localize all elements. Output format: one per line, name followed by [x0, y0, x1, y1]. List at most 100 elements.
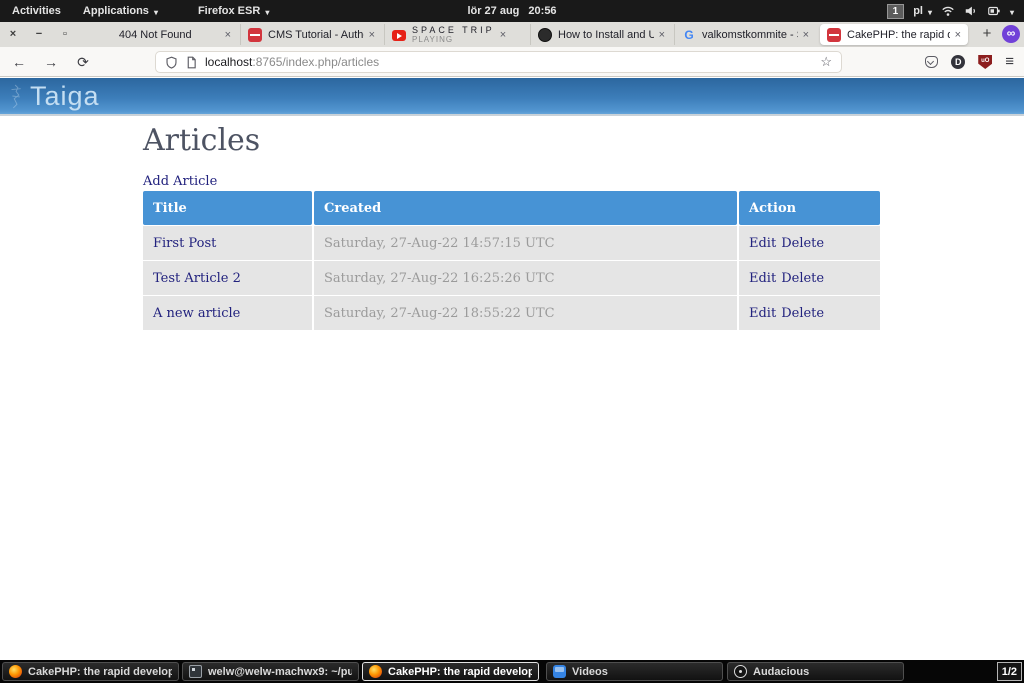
- tab-cms-tutorial[interactable]: CMS Tutorial - Authentic ×: [240, 24, 382, 45]
- hamburger-menu-icon[interactable]: ≡: [1005, 51, 1014, 73]
- firefox-app-menu[interactable]: Firefox ESR ▾: [180, 5, 269, 18]
- forward-button[interactable]: →: [38, 51, 64, 73]
- desktop: Activities Applications ▾ Firefox ESR ▾ …: [0, 0, 1024, 683]
- cakephp-favicon-icon: [827, 28, 841, 42]
- audacious-icon: [734, 665, 747, 678]
- minimize-window-button[interactable]: −: [30, 22, 48, 47]
- bookmark-star-icon[interactable]: ☆: [820, 54, 832, 70]
- keyboard-layout-menu[interactable]: pl ▾: [913, 5, 932, 17]
- taskbar-item-label: Audacious: [753, 666, 809, 678]
- article-created-cell: Saturday, 27-Aug-22 18:55:22 UTC: [314, 296, 737, 330]
- delete-link[interactable]: Delete: [781, 306, 824, 321]
- tab-title: CakePHP: the rapid deve: [847, 29, 950, 41]
- close-tab-icon[interactable]: ×: [803, 29, 809, 41]
- browser-nav-bar: ← → ⟳ localhost:8765/index.php/articles …: [0, 47, 1024, 77]
- chevron-down-icon: ▾: [154, 8, 158, 17]
- page-title: Articles: [143, 123, 260, 158]
- battery-icon[interactable]: [987, 4, 1001, 18]
- article-created-cell: Saturday, 27-Aug-22 14:57:15 UTC: [314, 226, 737, 260]
- taskbar-item-label: Videos: [572, 666, 608, 678]
- edit-link[interactable]: Edit: [749, 236, 776, 251]
- article-title-link[interactable]: A new article: [153, 306, 240, 321]
- firefox-icon: [9, 665, 22, 678]
- delete-link[interactable]: Delete: [781, 236, 824, 251]
- add-article-link[interactable]: Add Article: [143, 174, 217, 189]
- taskbar-item-label: welw@welw-machwx9: ~/public_...: [208, 666, 352, 678]
- extension-icon[interactable]: ∞: [1002, 25, 1020, 43]
- article-created-cell: Saturday, 27-Aug-22 16:25:26 UTC: [314, 261, 737, 295]
- volume-icon[interactable]: [964, 4, 978, 18]
- wifi-icon[interactable]: [941, 4, 955, 18]
- close-tab-icon[interactable]: ×: [500, 29, 506, 41]
- tab-cakephp-active[interactable]: CakePHP: the rapid deve ×: [820, 24, 968, 45]
- url-bar[interactable]: localhost:8765/index.php/articles ☆: [155, 51, 842, 73]
- tab-google-search[interactable]: G valkomstkommite - Sök ×: [674, 24, 816, 45]
- close-window-button[interactable]: ×: [4, 22, 22, 47]
- terminal-icon: [189, 665, 202, 678]
- article-title-cell: A new article: [143, 296, 312, 330]
- column-header-title: Title: [143, 191, 312, 225]
- clock-date: lör 27 aug: [467, 5, 519, 17]
- applications-menu[interactable]: Applications ▾: [83, 5, 158, 17]
- new-tab-button[interactable]: +: [976, 24, 998, 45]
- workspace-pager[interactable]: 1/2: [997, 662, 1022, 681]
- ublock-extension-icon[interactable]: uO: [978, 55, 992, 69]
- url-host: localhost: [205, 55, 252, 69]
- article-title-link[interactable]: Test Article 2: [153, 271, 241, 286]
- firefox-icon: [180, 5, 193, 18]
- article-actions-cell: Edit Delete: [739, 226, 880, 260]
- shield-icon[interactable]: [165, 56, 178, 69]
- taiga-logo-icon: [6, 82, 28, 115]
- taskbar-item-videos[interactable]: Videos: [546, 662, 723, 681]
- back-button[interactable]: ←: [6, 51, 32, 73]
- tab-title: SPACE TRIP: [412, 25, 495, 35]
- youtube-favicon-icon: [392, 30, 406, 41]
- taskbar-item-label: CakePHP: the rapid development ...: [28, 666, 172, 678]
- close-tab-icon[interactable]: ×: [955, 29, 961, 41]
- tab-youtube-space-trip[interactable]: SPACE TRIP PLAYING ×: [384, 24, 528, 45]
- reload-button[interactable]: ⟳: [70, 51, 96, 73]
- edit-link[interactable]: Edit: [749, 271, 776, 286]
- keyboard-layout-label: pl: [913, 5, 923, 17]
- firefox-icon: [369, 665, 382, 678]
- delete-link[interactable]: Delete: [781, 271, 824, 286]
- chevron-down-icon: ▾: [265, 8, 269, 17]
- clock[interactable]: lör 27 aug 20:56: [467, 5, 556, 17]
- article-actions-cell: Edit Delete: [739, 296, 880, 330]
- site-favicon-icon: [538, 28, 552, 42]
- taskbar-item-firefox-2-active[interactable]: CakePHP: the rapid development ...: [362, 662, 539, 681]
- videos-icon: [553, 665, 566, 678]
- tab-how-to-install[interactable]: How to Install and Use P ×: [530, 24, 672, 45]
- url-text: localhost:8765/index.php/articles: [205, 55, 379, 69]
- pocket-icon[interactable]: [925, 56, 938, 68]
- site-brand: Taiga: [30, 81, 100, 112]
- tab-title: 404 Not Found: [91, 29, 220, 41]
- maximize-window-button[interactable]: ▫: [56, 22, 74, 47]
- url-path: :8765/index.php/articles: [252, 55, 379, 69]
- taskbar-item-firefox-1[interactable]: CakePHP: the rapid development ...: [2, 662, 179, 681]
- table-row: First Post Saturday, 27-Aug-22 14:57:15 …: [143, 226, 880, 260]
- darkreader-extension-icon[interactable]: D: [951, 55, 965, 69]
- site-banner: Taiga: [0, 78, 1024, 116]
- taskbar: CakePHP: the rapid development ... welw@…: [0, 660, 1024, 683]
- close-tab-icon[interactable]: ×: [225, 29, 231, 41]
- google-favicon-icon: G: [682, 28, 696, 42]
- taskbar-item-terminal[interactable]: welw@welw-machwx9: ~/public_...: [182, 662, 359, 681]
- chevron-down-icon[interactable]: ▾: [1010, 8, 1014, 17]
- tab-title: How to Install and Use P: [558, 29, 654, 41]
- edit-link[interactable]: Edit: [749, 306, 776, 321]
- article-title-link[interactable]: First Post: [153, 236, 216, 251]
- close-tab-icon[interactable]: ×: [659, 29, 665, 41]
- workspace-indicator[interactable]: 1: [887, 4, 905, 19]
- activities-button[interactable]: Activities: [12, 5, 61, 17]
- column-header-action: Action: [739, 191, 880, 225]
- tab-title: valkomstkommite - Sök: [702, 29, 798, 41]
- close-tab-icon[interactable]: ×: [369, 29, 375, 41]
- page-content: Articles Add Article Title Created Actio…: [0, 118, 1024, 660]
- cakephp-favicon-icon: [248, 28, 262, 42]
- page-info-icon[interactable]: [185, 56, 198, 69]
- table-row: Test Article 2 Saturday, 27-Aug-22 16:25…: [143, 261, 880, 295]
- taskbar-item-audacious[interactable]: Audacious: [727, 662, 904, 681]
- tab-404-not-found[interactable]: 404 Not Found ×: [84, 24, 238, 45]
- tab-playing-badge: PLAYING: [412, 35, 495, 45]
